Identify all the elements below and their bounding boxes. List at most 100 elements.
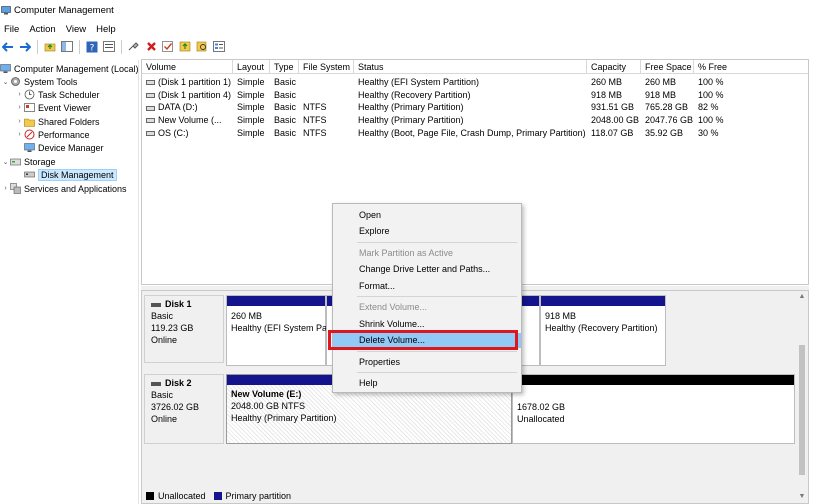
menu-action[interactable]: Action bbox=[25, 24, 61, 35]
menu-item-explore[interactable]: Explore bbox=[333, 224, 521, 239]
show-hide-tree-icon[interactable] bbox=[60, 40, 74, 54]
column-header-file-system[interactable]: File System bbox=[299, 60, 354, 74]
event-viewer-icon bbox=[24, 102, 35, 113]
tree-item-device-manager[interactable]: Device Manager bbox=[24, 141, 104, 154]
disk-2-type: Basic bbox=[151, 390, 174, 400]
volume-icon bbox=[146, 80, 155, 86]
tree-item-shared-folders[interactable]: › Shared Folders bbox=[15, 115, 99, 128]
services-icon bbox=[10, 183, 21, 194]
graph-scrollbar[interactable]: ▲ ▼ bbox=[796, 291, 808, 503]
partition-status: Unallocated bbox=[517, 414, 565, 424]
device-manager-icon bbox=[24, 142, 35, 153]
menu-view[interactable]: View bbox=[62, 24, 92, 35]
cell-layout: Simple bbox=[237, 115, 265, 126]
computer-management-icon bbox=[1, 6, 11, 15]
menu-bar: File Action View Help bbox=[0, 21, 815, 37]
menu-item-change-drive-letter[interactable]: Change Drive Letter and Paths... bbox=[333, 262, 521, 277]
tree-item-services-and-applications[interactable]: › Services and Applications bbox=[1, 182, 127, 195]
menu-item-properties[interactable]: Properties bbox=[333, 355, 521, 370]
disk-1-type: Basic bbox=[151, 311, 174, 321]
back-icon[interactable] bbox=[1, 40, 15, 54]
column-header-type[interactable]: Type bbox=[270, 60, 299, 74]
chevron-right-icon[interactable]: › bbox=[15, 104, 24, 111]
cell-capacity: 2048.00 GB bbox=[591, 115, 640, 126]
cell-volume: (Disk 1 partition 1) bbox=[142, 76, 233, 89]
cell-capacity: 118.07 GB bbox=[591, 127, 634, 138]
chevron-down-icon[interactable]: ⌄ bbox=[1, 158, 10, 166]
disk-1-partition-recovery[interactable]: 918 MB Healthy (Recovery Partition) bbox=[540, 295, 666, 366]
menu-item-delete-volume[interactable]: Delete Volume... bbox=[333, 333, 521, 348]
disk-1-partition-efi[interactable]: 260 MB Healthy (EFI System Pa bbox=[226, 295, 328, 366]
tree-item-system-tools[interactable]: ⌄ System Tools bbox=[1, 75, 78, 88]
forward-icon[interactable] bbox=[18, 40, 32, 54]
tree-item-computer-management[interactable]: Computer Management (Local) bbox=[0, 62, 139, 75]
cell-layout: Simple bbox=[237, 77, 265, 87]
properties-icon[interactable] bbox=[102, 40, 116, 54]
check-icon[interactable] bbox=[161, 40, 175, 54]
scroll-thumb[interactable] bbox=[799, 345, 805, 475]
menu-item-format[interactable]: Format... bbox=[333, 279, 521, 294]
partition-name: New Volume (E:) bbox=[231, 389, 302, 399]
navigation-tree: Computer Management (Local) ⌄ System Too… bbox=[0, 60, 139, 504]
column-header-percent-free[interactable]: % Free bbox=[694, 60, 808, 74]
delete-icon[interactable] bbox=[144, 40, 158, 54]
column-header-free-space[interactable]: Free Space bbox=[641, 60, 694, 74]
column-header-capacity[interactable]: Capacity bbox=[587, 60, 641, 74]
tree-item-disk-management[interactable]: Disk Management bbox=[24, 168, 117, 181]
partition-status: Healthy (EFI System Pa bbox=[231, 323, 328, 333]
chevron-right-icon[interactable]: › bbox=[15, 91, 24, 98]
tree-item-task-scheduler[interactable]: › Task Scheduler bbox=[15, 88, 99, 101]
tree-item-event-viewer[interactable]: › Event Viewer bbox=[15, 101, 91, 114]
connect-icon[interactable] bbox=[127, 40, 141, 54]
menu-item-mark-active: Mark Partition as Active bbox=[359, 248, 454, 258]
chevron-right-icon[interactable]: › bbox=[15, 118, 24, 125]
disk-2-unallocated[interactable]: 1678.02 GB Unallocated bbox=[512, 374, 795, 444]
cell-free-space: 35.92 GB bbox=[645, 127, 684, 138]
toolbar-separator bbox=[121, 39, 122, 54]
cell-capacity: 918 MB bbox=[591, 89, 623, 100]
partition-status: Healthy (Primary Partition) bbox=[231, 413, 337, 423]
list-view-icon[interactable] bbox=[212, 40, 226, 54]
cell-status: Healthy (Boot, Page File, Crash Dump, Pr… bbox=[358, 127, 586, 138]
cell-free-space: 765.28 GB bbox=[645, 102, 689, 113]
primary-partition-bar bbox=[227, 296, 325, 306]
tree-item-storage[interactable]: ⌄ Storage bbox=[1, 155, 56, 168]
disk-2-label[interactable]: Disk 2 Basic 3726.02 GB Online bbox=[144, 374, 224, 444]
chevron-right-icon[interactable]: › bbox=[1, 185, 10, 192]
help-icon[interactable]: ? bbox=[85, 40, 99, 54]
column-header-layout[interactable]: Layout bbox=[233, 60, 270, 74]
scroll-up-icon[interactable]: ▲ bbox=[796, 291, 808, 303]
menu-item-help[interactable]: Help bbox=[333, 376, 521, 391]
system-tools-icon bbox=[10, 76, 21, 87]
menu-item-open[interactable]: Open bbox=[333, 208, 521, 223]
legend-unallocated: Unallocated bbox=[158, 491, 206, 501]
cell-free-space: 2047.76 GB bbox=[645, 115, 694, 126]
column-header-status[interactable]: Status bbox=[354, 60, 587, 74]
export-icon[interactable] bbox=[178, 40, 192, 54]
cell-percent-free: 100 % bbox=[698, 89, 724, 100]
disk-1-label[interactable]: Disk 1 Basic 119.23 GB Online bbox=[144, 295, 224, 363]
cell-type: Basic bbox=[274, 115, 297, 126]
shared-folder-icon bbox=[24, 116, 35, 127]
table-row[interactable]: New Volume (... Simple Basic NTFS Health… bbox=[142, 114, 808, 127]
search-icon[interactable] bbox=[195, 40, 209, 54]
table-row[interactable]: (Disk 1 partition 4) Simple Basic Health… bbox=[142, 89, 808, 102]
cell-capacity: 260 MB bbox=[591, 77, 623, 87]
menu-item-extend-volume: Extend Volume... bbox=[359, 302, 428, 312]
menu-file[interactable]: File bbox=[0, 24, 25, 35]
menu-item-shrink-volume[interactable]: Shrink Volume... bbox=[333, 317, 521, 332]
menu-separator bbox=[357, 351, 517, 352]
chevron-right-icon[interactable]: › bbox=[15, 131, 24, 138]
column-header-volume[interactable]: Volume bbox=[142, 60, 233, 74]
table-row[interactable]: DATA (D:) Simple Basic NTFS Healthy (Pri… bbox=[142, 101, 808, 114]
table-row[interactable]: (Disk 1 partition 1) Simple Basic Health… bbox=[142, 76, 808, 89]
clock-icon bbox=[24, 89, 35, 100]
scroll-down-icon[interactable]: ▼ bbox=[796, 491, 808, 503]
tree-item-performance[interactable]: › Performance bbox=[15, 128, 90, 141]
disk-icon bbox=[151, 302, 161, 307]
table-row[interactable]: OS (C:) Simple Basic NTFS Healthy (Boot,… bbox=[142, 127, 808, 140]
cell-free-space: 918 MB bbox=[645, 89, 677, 100]
up-folder-icon[interactable] bbox=[43, 40, 57, 54]
menu-help[interactable]: Help bbox=[92, 24, 122, 35]
chevron-down-icon[interactable]: ⌄ bbox=[1, 78, 10, 86]
